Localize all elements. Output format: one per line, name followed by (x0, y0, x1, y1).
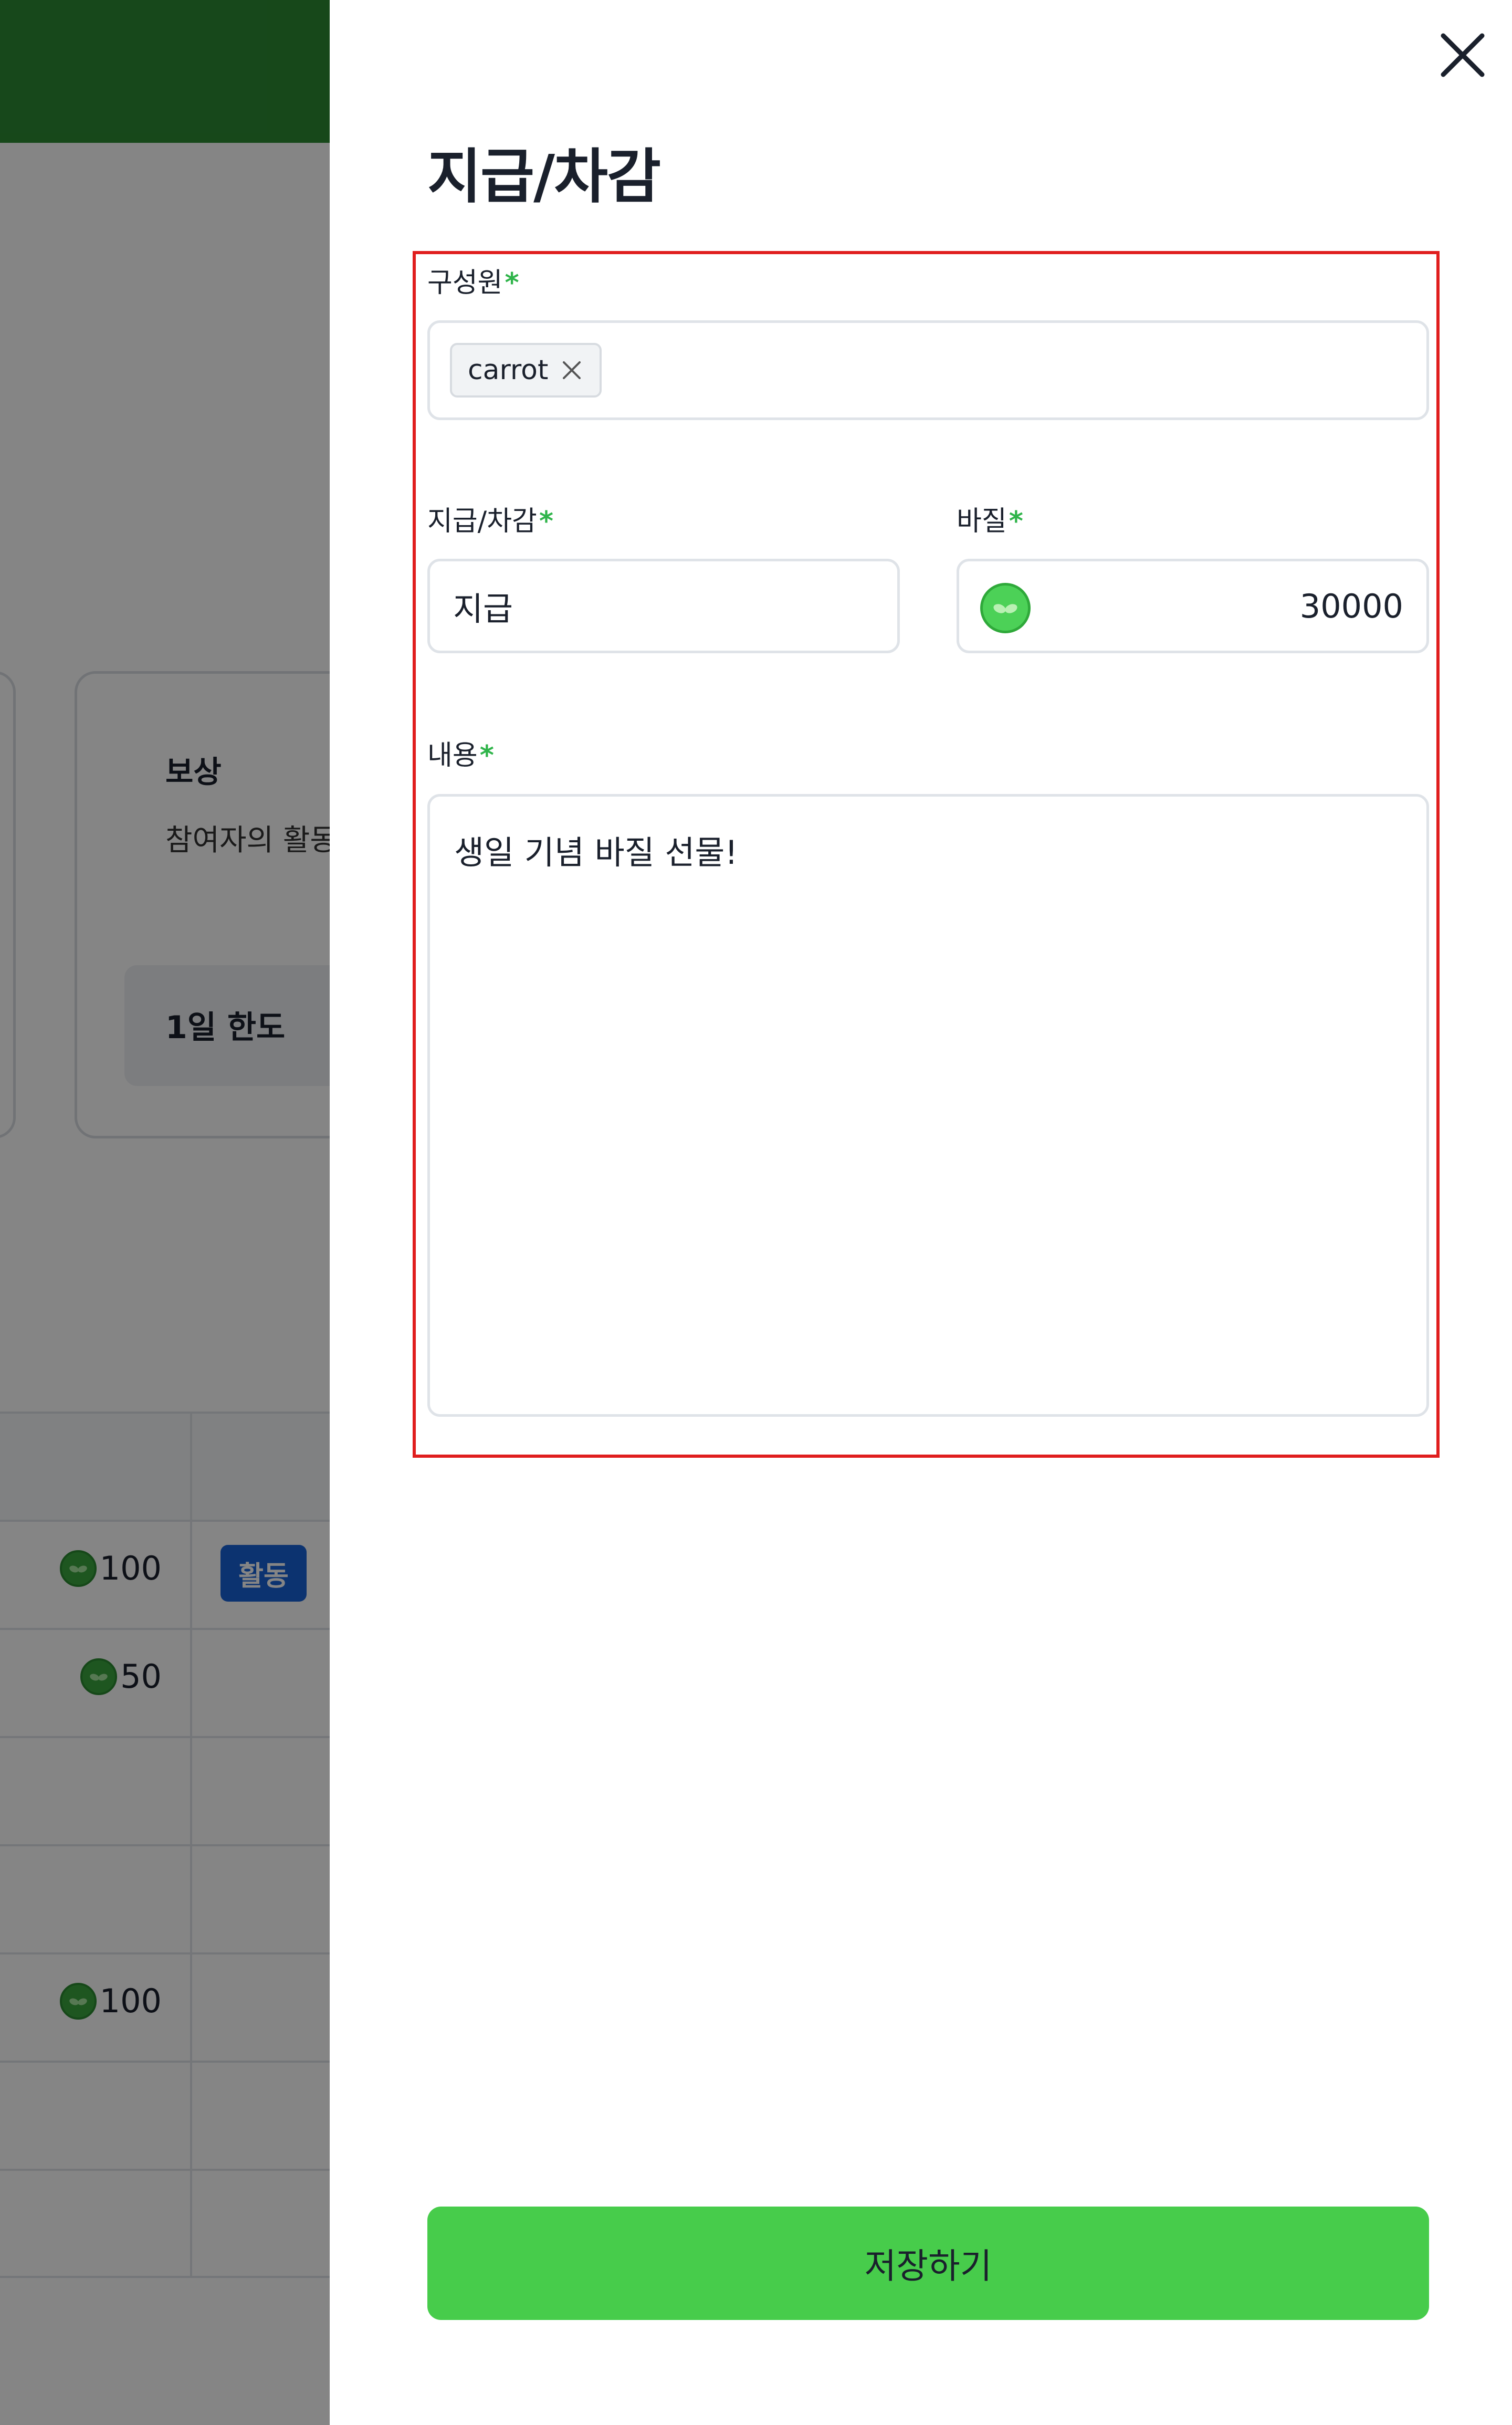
required-mark: * (505, 267, 519, 299)
amount-input[interactable]: 30000 (957, 559, 1429, 653)
amount-label-text: 바질 (957, 506, 1007, 537)
members-input[interactable]: carrot (427, 320, 1429, 420)
member-chip[interactable]: carrot (450, 343, 602, 398)
content-textarea[interactable]: 생일 기념 바질 선물! (427, 794, 1429, 1417)
close-button[interactable] (1423, 16, 1502, 95)
basil-coin-icon (980, 583, 1031, 633)
member-chip-label: carrot (468, 354, 549, 386)
required-mark: * (539, 506, 554, 537)
amount-label: 바질* (957, 499, 1023, 538)
drawer-title: 지급/차감 (427, 143, 661, 211)
type-select-value: 지급 (453, 590, 513, 628)
content-label-text: 내용 (427, 740, 478, 771)
save-button[interactable]: 저장하기 (427, 2207, 1429, 2320)
type-label: 지급/차감* (427, 499, 553, 538)
type-select[interactable]: 지급 (427, 559, 900, 653)
grant-deduct-drawer: 지급/차감 구성원* carrot 지급/차감* 지급 바질* 30000 내용… (330, 0, 1512, 2425)
content-label: 내용* (427, 733, 494, 772)
amount-value: 30000 (1299, 587, 1403, 625)
type-label-text: 지급/차감 (427, 506, 537, 537)
close-icon (1441, 33, 1485, 77)
required-mark: * (479, 740, 494, 771)
x-icon[interactable] (562, 360, 582, 380)
members-label: 구성원* (427, 260, 519, 300)
members-label-text: 구성원 (427, 267, 503, 299)
required-mark: * (1009, 506, 1023, 537)
